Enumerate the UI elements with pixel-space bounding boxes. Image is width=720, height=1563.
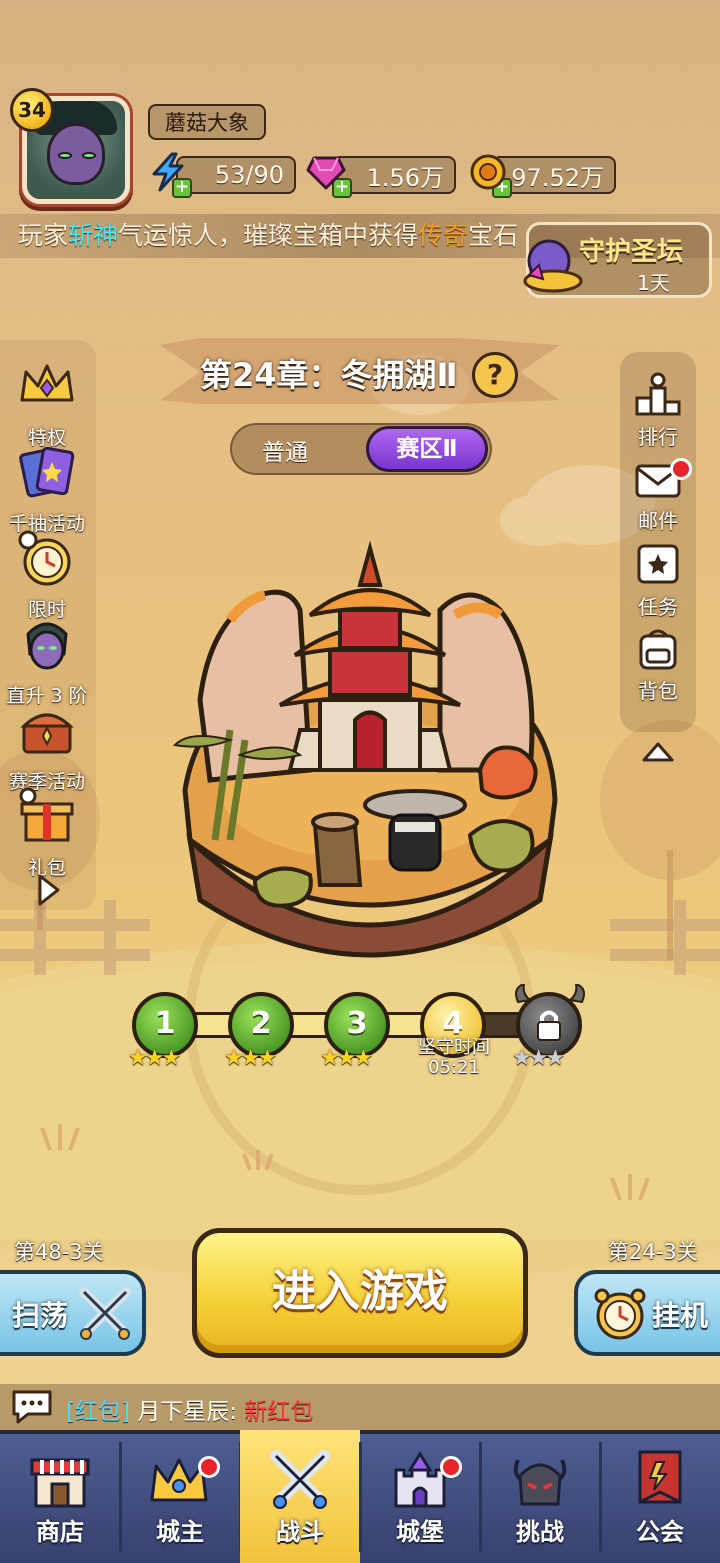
broadcast-prefix: 玩家	[18, 221, 69, 250]
defend-time-value: 05:21	[428, 1057, 480, 1078]
gold-value: 97.52万	[511, 163, 604, 192]
quest-scroll-icon	[637, 544, 679, 584]
sweep-button[interactable]: 扫荡	[0, 1270, 146, 1356]
crossed-swords-icon	[79, 1287, 131, 1340]
demon-helmet-icon	[513, 1459, 567, 1506]
lock-icon	[537, 1010, 561, 1041]
nav-label-guild: 公会	[636, 1518, 684, 1546]
stage-2-stars: ★★★	[224, 1046, 277, 1071]
gem-icon	[306, 156, 346, 190]
sidebar-label-quest: 任务	[638, 595, 678, 619]
nav-label-challenge: 挑战	[516, 1518, 564, 1546]
avatar-eye-left	[58, 152, 72, 159]
stage-3-stars: ★★★	[320, 1046, 373, 1071]
enter-game-button[interactable]: 进入游戏	[192, 1228, 528, 1358]
player-name[interactable]: 蘑菇大象	[148, 104, 266, 140]
chat-message: [红包] 月下星辰: 新红包	[66, 1392, 313, 1426]
gem-value: 1.56万	[366, 163, 444, 192]
chevron-up-icon[interactable]	[640, 740, 676, 764]
energy-value: 53/90	[214, 161, 284, 189]
stage-5-stars: ★★★	[512, 1046, 565, 1071]
energy-counter: 53/90	[176, 156, 296, 194]
chat-tag: [红包]	[66, 1399, 130, 1425]
sidebar-item-limited[interactable]: 限时	[2, 528, 92, 622]
sidebar-item-privilege[interactable]: 特权	[2, 356, 92, 450]
crossed-swords-icon	[270, 1450, 330, 1509]
sweep-button-label: 扫荡	[12, 1299, 69, 1332]
broadcast-middle: 气运惊人，璀璨宝箱中获得	[118, 221, 419, 250]
guard-event-title: 守护圣坛	[579, 237, 684, 267]
shop-icon	[30, 1458, 90, 1508]
sidebar-item-level-up[interactable]: 直升 3 阶	[2, 614, 92, 708]
broadcast-player: 斩神	[68, 221, 119, 250]
chat-sender: 月下星辰:	[137, 1399, 238, 1425]
idle-button[interactable]: 挂机	[574, 1270, 720, 1356]
broadcast-suffix: 宝石	[468, 221, 519, 250]
nav-label-shop: 商店	[36, 1518, 84, 1546]
chapter-title: 第24章：冬拥湖Ⅱ	[200, 356, 458, 394]
guild-banner-icon	[638, 1450, 682, 1504]
island-illustration[interactable]	[170, 540, 570, 990]
idle-button-label: 挂机	[652, 1299, 709, 1332]
player-level-badge: 34	[10, 88, 54, 132]
sidebar-label-ranking: 排行	[638, 425, 678, 449]
chat-bubble-icon[interactable]	[10, 1388, 54, 1424]
tab-normal[interactable]: 普通	[262, 433, 308, 467]
sidebar-item-season-event[interactable]: 赛季活动	[2, 700, 92, 794]
stage-1-stars: ★★★	[128, 1046, 181, 1071]
hero-portrait-icon	[26, 622, 68, 670]
sidebar-item-quest[interactable]: 任务	[620, 542, 696, 620]
nav-lord-notification-badge	[198, 1456, 220, 1478]
tab-zone-2[interactable]: 赛区Ⅱ	[366, 426, 488, 472]
nav-label-battle: 战斗	[276, 1518, 324, 1546]
treasure-chest-icon	[20, 713, 74, 754]
avatar-eye-right	[82, 152, 96, 159]
card-pack-icon	[19, 446, 75, 498]
podium-icon	[635, 372, 681, 416]
nav-label-castle: 城堡	[396, 1518, 444, 1546]
guard-event-time: 1天	[637, 271, 670, 295]
help-button[interactable]: ?	[472, 352, 518, 398]
defend-time-label: 坚守时间	[418, 1037, 490, 1058]
chat-content: 新红包	[244, 1399, 314, 1425]
sidebar-label-mail: 邮件	[638, 509, 678, 533]
lightning-icon	[152, 152, 184, 192]
idle-stage-label: 第24-3关	[608, 1240, 698, 1264]
sidebar-item-thousand-draw[interactable]: 千抽活动	[2, 442, 92, 536]
sidebar-item-ranking[interactable]: 排行	[620, 372, 696, 450]
stage-4-defend-info: 坚守时间 05:21	[406, 1038, 502, 1078]
nav-label-lord: 城主	[156, 1518, 204, 1546]
gift-box-icon	[19, 787, 74, 842]
sweep-stage-label: 第48-3关	[14, 1240, 104, 1264]
avatar-face	[47, 123, 105, 185]
alarm-clock-icon	[18, 530, 71, 586]
gold-coin-icon	[470, 154, 506, 190]
chevron-right-icon[interactable]	[36, 872, 62, 908]
sidebar-item-backpack[interactable]: 背包	[620, 626, 696, 704]
crown-icon	[20, 364, 74, 402]
horns-icon	[515, 984, 585, 1004]
broadcast-item: 传奇	[418, 221, 469, 250]
alarm-clock-icon	[594, 1288, 646, 1340]
sidebar-item-gift-pack[interactable]: 礼包	[2, 786, 92, 880]
nav-castle-notification-badge	[440, 1456, 462, 1478]
sidebar-label-backpack: 背包	[638, 679, 678, 703]
guard-altar-event[interactable]: 守护圣坛 1天	[523, 222, 712, 298]
mail-notification-badge	[670, 458, 692, 480]
stage-progress-fill	[162, 1012, 432, 1038]
backpack-icon	[639, 629, 677, 670]
